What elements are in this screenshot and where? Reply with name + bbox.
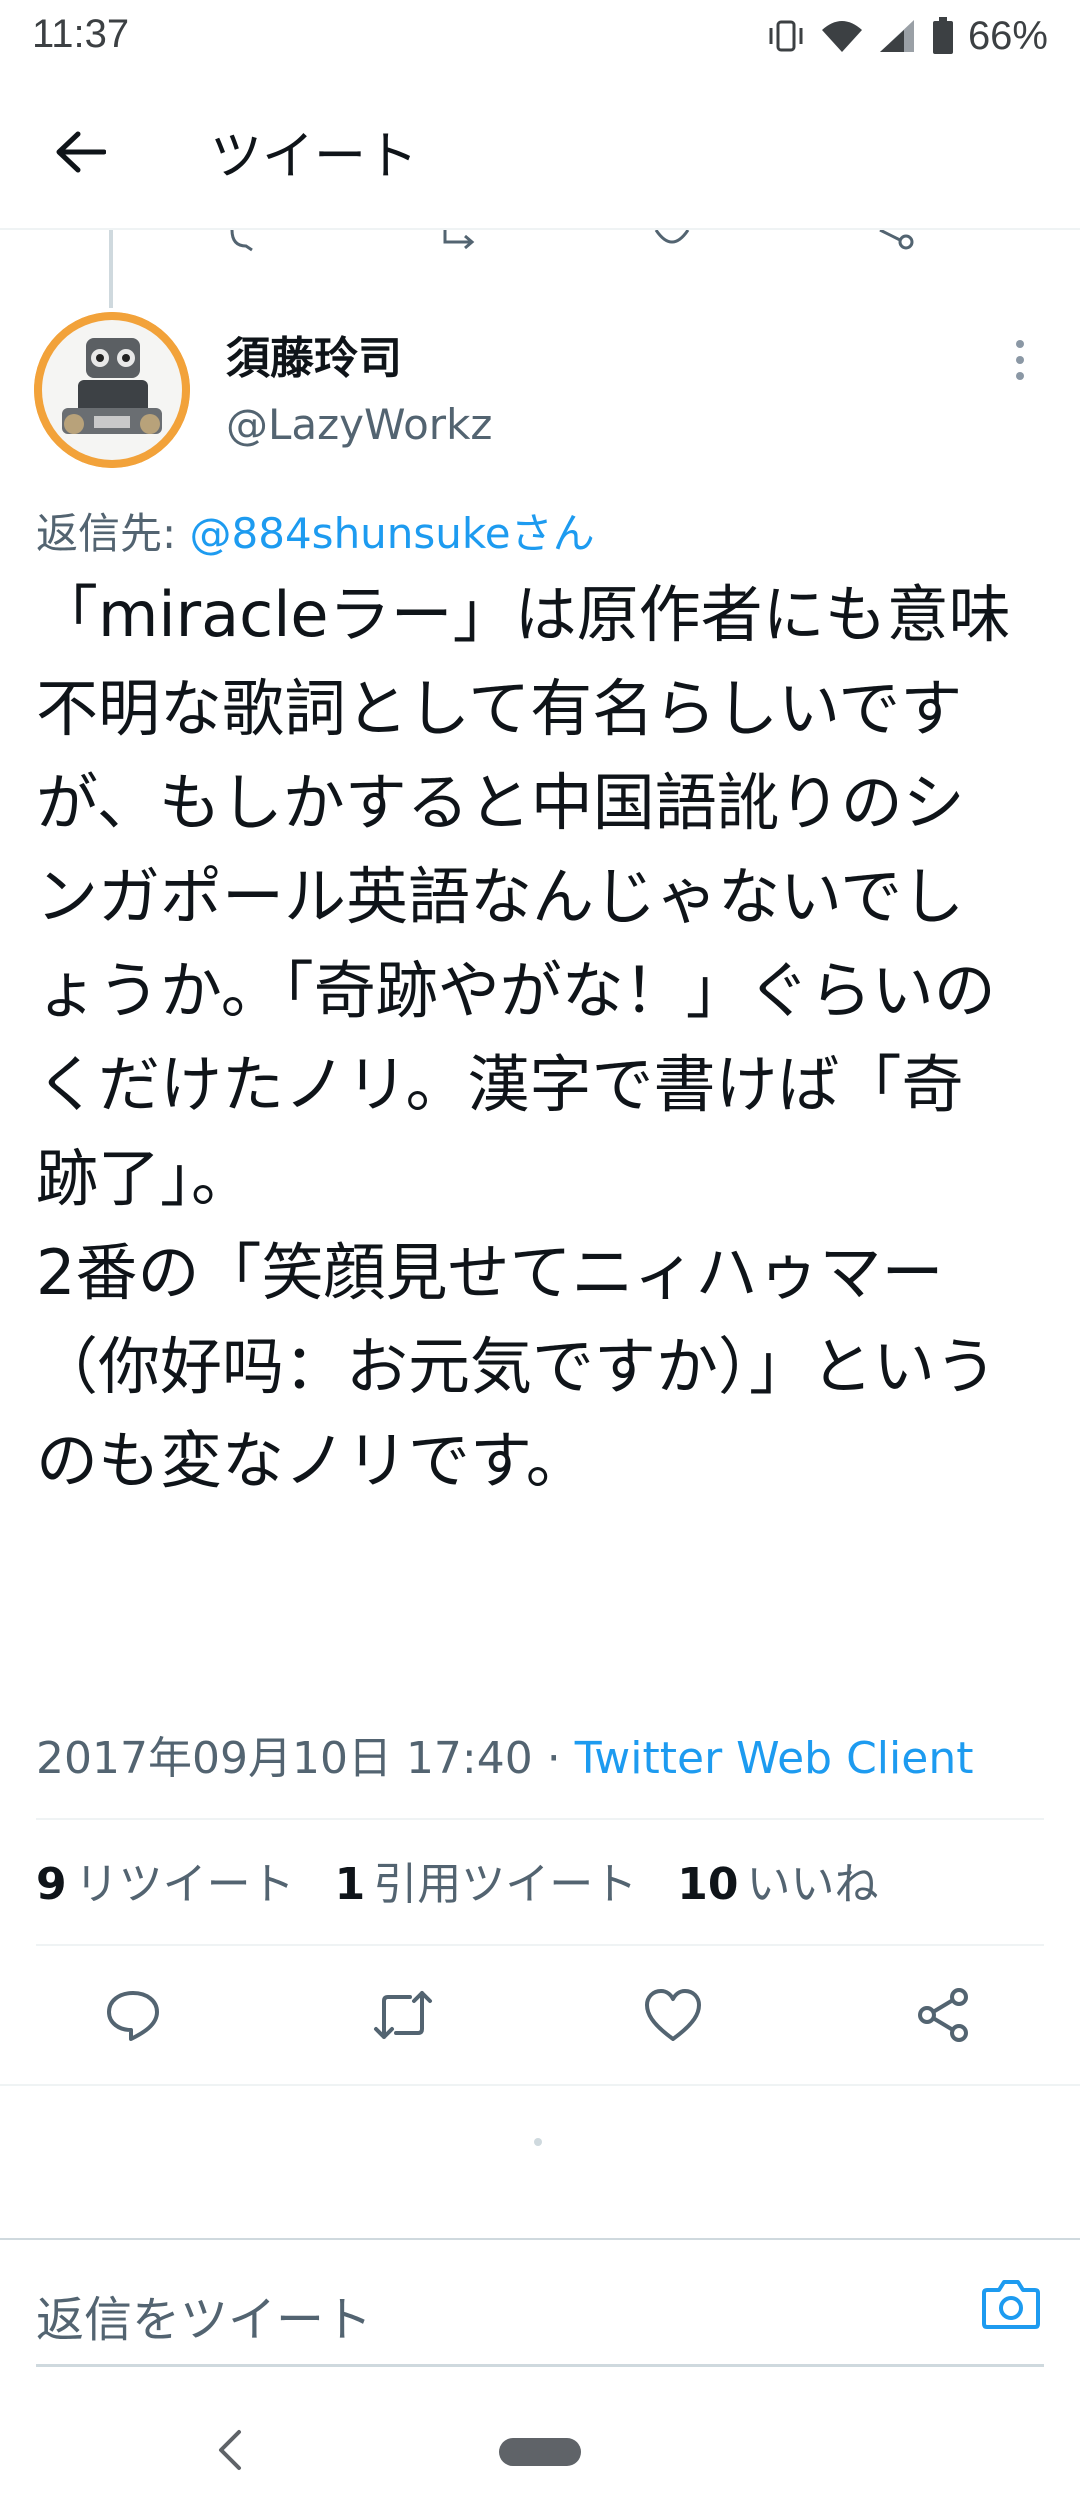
quote-label: 引用ツイート: [373, 1859, 638, 1910]
camera-icon: [982, 2280, 1040, 2329]
retweets-stat[interactable]: 9 リツイート: [36, 1848, 295, 1912]
battery-percentage: 66%: [967, 13, 1048, 58]
vibrate-icon: [766, 18, 806, 54]
reply-to-label: 返信先:: [36, 509, 190, 558]
loading-dot: [534, 2138, 542, 2146]
retweet-count: 9: [36, 1859, 67, 1910]
like-label: いいね: [746, 1859, 879, 1910]
app-bar: ツイート: [0, 72, 1080, 230]
more-options-button[interactable]: [1000, 330, 1040, 390]
arrow-left-icon: [56, 131, 106, 173]
retweet-label: リツイート: [74, 1859, 295, 1910]
like-count: 10: [677, 1859, 739, 1910]
reply-input-underline: [36, 2364, 1044, 2367]
reply-composer: 返信をツイート: [0, 2238, 1080, 2374]
thread-line: [109, 230, 113, 308]
share-button[interactable]: [908, 1980, 978, 2050]
more-dot-icon: [1016, 340, 1024, 348]
tweet-timestamp: 2017年09月10日 17:40 · Twitter Web Client: [36, 1722, 973, 1786]
status-bar: 11:37 66%: [0, 0, 1080, 72]
retweet-icon: [374, 1991, 432, 2039]
nav-back-button[interactable]: [200, 2420, 260, 2480]
signal-icon: [878, 18, 918, 54]
status-time: 11:37: [32, 12, 130, 56]
wifi-icon: [820, 18, 864, 54]
robot-avatar-icon: [34, 312, 190, 468]
quotes-stat[interactable]: 1 引用ツイート: [335, 1848, 638, 1912]
reply-to-line: 返信先: @884shunsukeさん: [36, 500, 595, 561]
more-dot-icon: [1016, 372, 1024, 380]
chevron-left-icon: [219, 2430, 241, 2470]
like-button[interactable]: [638, 1980, 708, 2050]
likes-stat[interactable]: 10 いいね: [677, 1848, 878, 1912]
share-icon: [918, 1988, 968, 2042]
quote-count: 1: [334, 1859, 366, 1910]
client-link[interactable]: Twitter Web Client: [575, 1733, 974, 1784]
reply-icon: [107, 1991, 159, 2041]
tweet-text: 「miracleラー」は原作者にも意味不明な歌詞として有名らしいですが、もしかす…: [36, 578, 1011, 1497]
divider: [36, 1944, 1044, 1946]
author-name[interactable]: 須藤玲司: [226, 322, 402, 386]
nav-home-pill[interactable]: [499, 2438, 581, 2466]
camera-button[interactable]: [978, 2270, 1044, 2336]
author-handle[interactable]: @LazyWorkz: [226, 400, 492, 449]
divider: [36, 1818, 1044, 1820]
battery-icon: [932, 17, 954, 55]
tweet-actions: [0, 1950, 1080, 2080]
like-icon: [645, 1989, 701, 2041]
page-title: ツイート: [210, 127, 419, 187]
retweet-button[interactable]: [368, 1980, 438, 2050]
avatar[interactable]: [34, 312, 190, 468]
reply-to-mention[interactable]: @884shunsukeさん: [190, 509, 595, 558]
back-button[interactable]: [40, 112, 120, 192]
previous-tweet-actions: [0, 230, 1080, 252]
reply-input[interactable]: 返信をツイート: [36, 2280, 372, 2350]
status-icons: 66%: [766, 12, 1048, 60]
tweet-stats: 9 リツイート 1 引用ツイート 10 いいね: [36, 1840, 878, 1920]
system-nav-bar: [0, 2384, 1080, 2520]
timestamp-text: 2017年09月10日 17:40 ·: [36, 1733, 575, 1784]
reply-button[interactable]: [98, 1980, 168, 2050]
divider: [0, 2084, 1080, 2086]
more-dot-icon: [1016, 356, 1024, 364]
